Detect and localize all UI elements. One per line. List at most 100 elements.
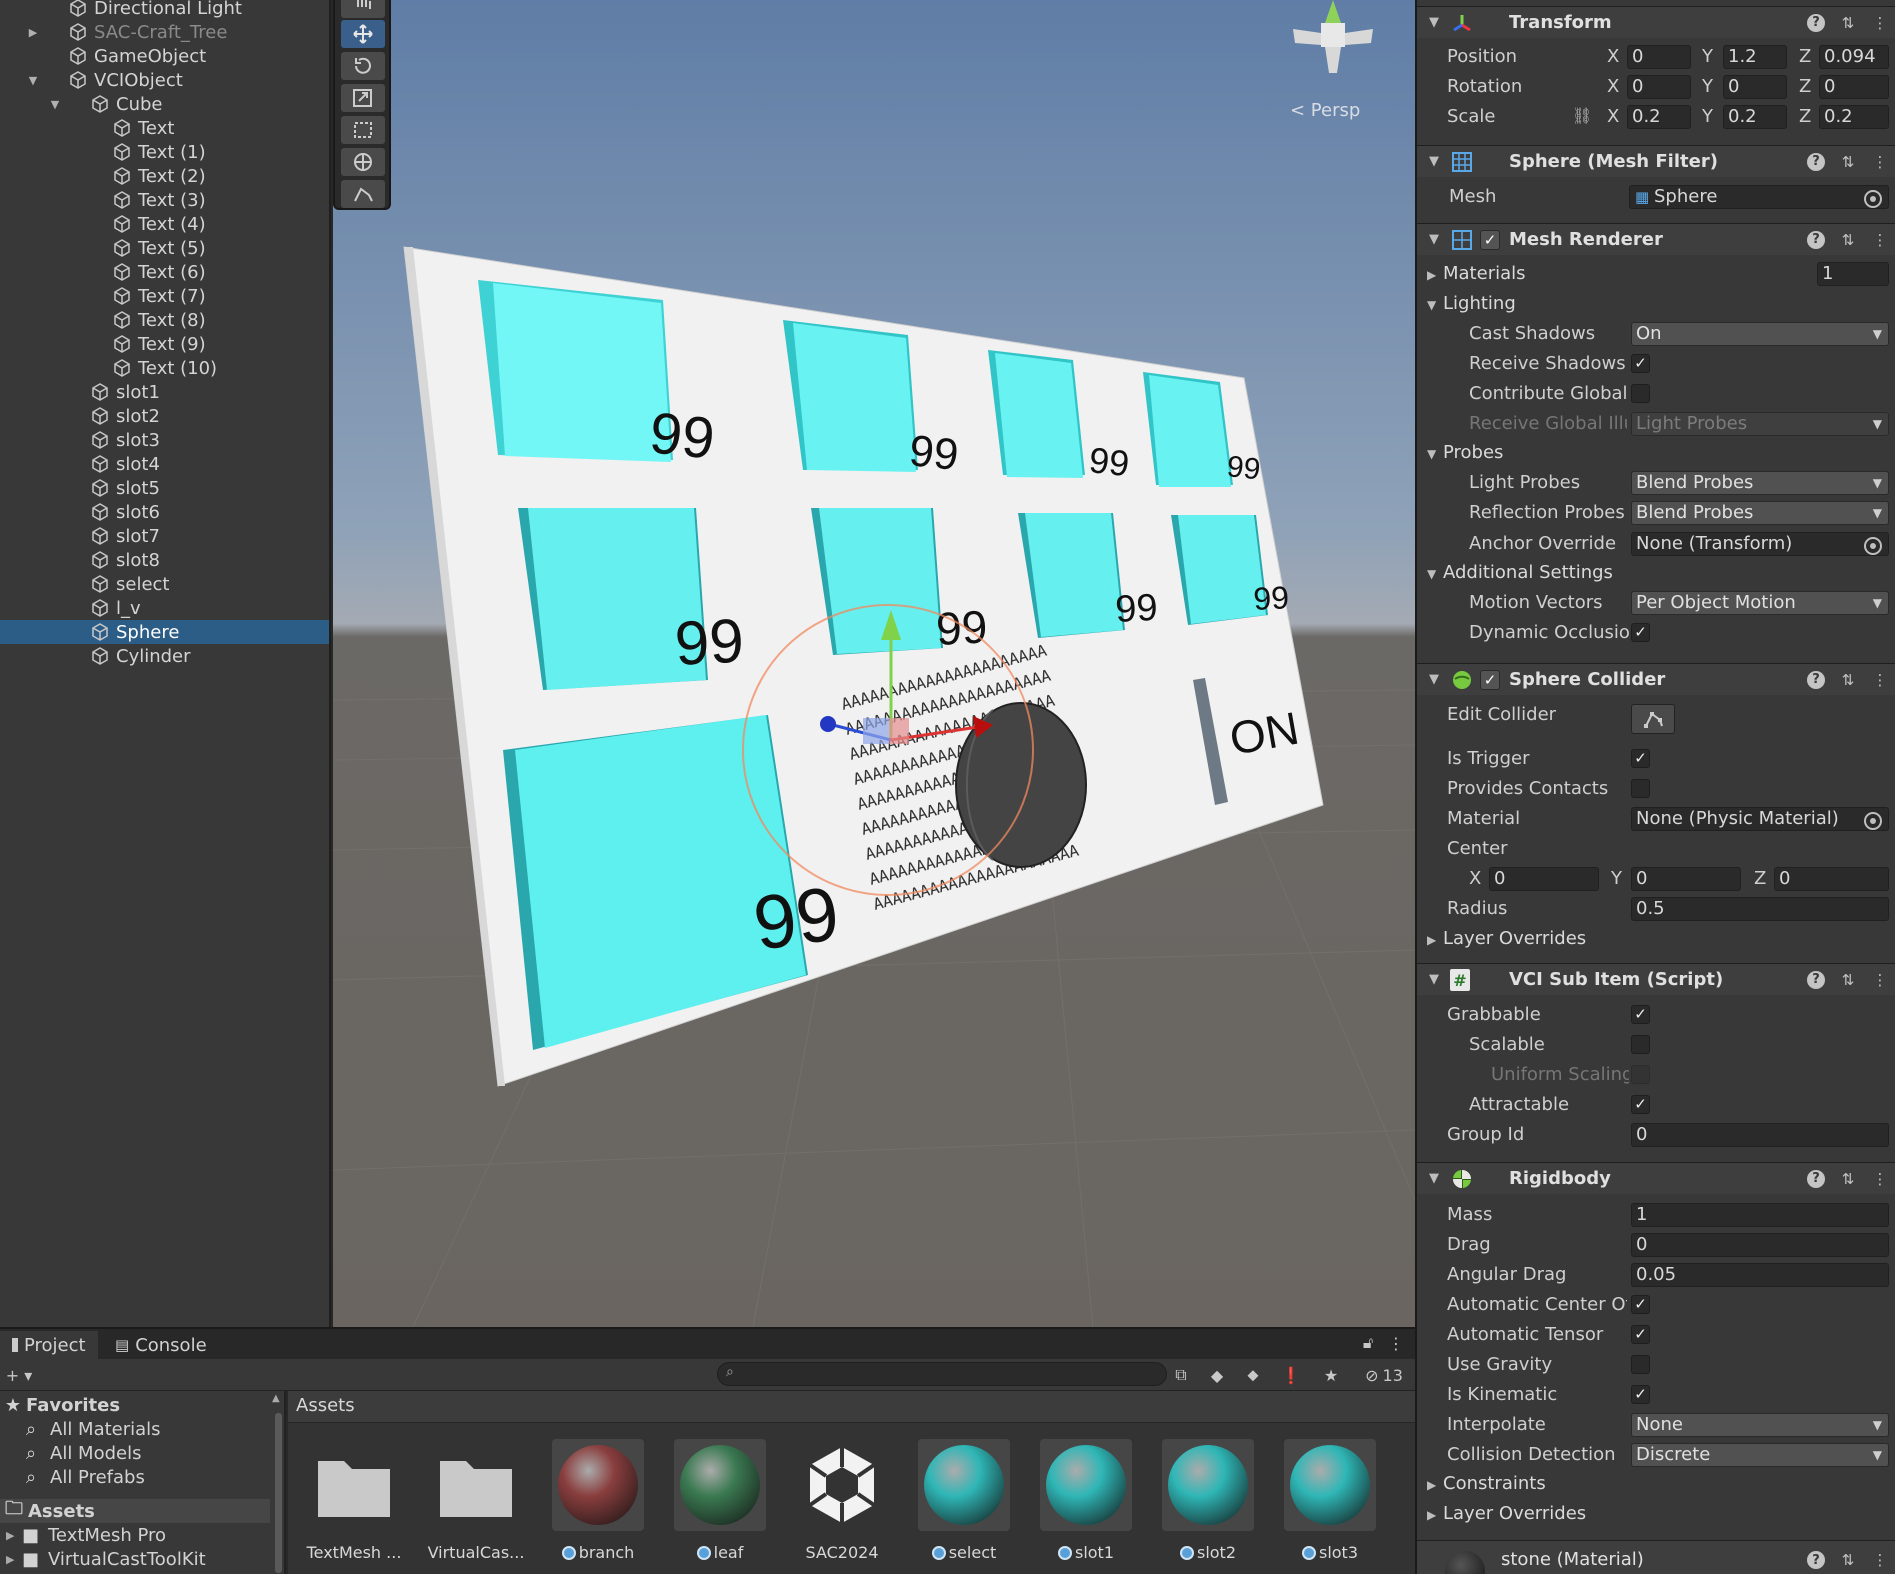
scale-y-field[interactable]: 0.2	[1723, 105, 1787, 129]
help-icon[interactable]: ?	[1807, 13, 1825, 32]
presets-icon[interactable]: ⇅	[1839, 14, 1857, 32]
cast-shadows-dropdown[interactable]: On ▼	[1631, 322, 1889, 346]
hierarchy-item[interactable]: Cylinder	[0, 644, 329, 668]
fold-arrow-icon[interactable]: ▼	[1429, 672, 1439, 687]
additional-settings-foldout[interactable]: ▼ Additional Settings	[1427, 562, 1613, 583]
hierarchy-item[interactable]: slot7	[0, 524, 329, 548]
materials-foldout[interactable]: ▶ Materials	[1427, 263, 1526, 284]
issues-icon[interactable]: ❗	[1278, 1363, 1304, 1387]
folder-item[interactable]: ▶ ■ TextMesh Pro	[0, 1523, 270, 1547]
hierarchy-item[interactable]: slot6	[0, 500, 329, 524]
search-input[interactable]: ⌕	[717, 1362, 1167, 1386]
presets-icon[interactable]: ⇅	[1839, 231, 1857, 249]
object-picker-icon[interactable]	[1864, 537, 1882, 555]
hierarchy-item[interactable]: ▼ VCIObject	[0, 68, 329, 92]
presets-icon[interactable]: ⇅	[1839, 153, 1857, 171]
fold-arrow-icon[interactable]: ▶	[6, 1529, 22, 1542]
help-icon[interactable]: ?	[1807, 670, 1825, 689]
radius-field[interactable]: 0.5	[1631, 897, 1889, 921]
asset-item[interactable]: select	[903, 1439, 1013, 1569]
constrain-proportions-icon[interactable]: ⛓	[1572, 106, 1592, 125]
anchor-override-field[interactable]: None (Transform)	[1631, 532, 1889, 556]
fold-arrow-icon[interactable]: ▼	[1429, 15, 1439, 30]
hierarchy-item[interactable]: slot3	[0, 428, 329, 452]
more-menu-icon[interactable]: ⋮	[1871, 14, 1889, 32]
more-menu-icon[interactable]: ⋮	[1871, 671, 1889, 689]
move-tool-button[interactable]	[341, 20, 385, 48]
asset-item[interactable]: SAC2024	[781, 1439, 891, 1569]
custom-tool-button[interactable]	[341, 180, 385, 208]
enabled-checkbox[interactable]: ✓	[1480, 229, 1500, 250]
more-menu-icon[interactable]: ⋮	[1871, 231, 1889, 249]
rotation-x-field[interactable]: 0	[1627, 75, 1691, 99]
hidden-packages-toggle[interactable]: ⊘ 13	[1358, 1363, 1410, 1387]
help-icon[interactable]: ?	[1807, 230, 1825, 249]
asset-item[interactable]: slot1	[1025, 1439, 1135, 1569]
transform-header[interactable]: ▼ Transform ? ⇅ ⋮	[1417, 6, 1895, 38]
help-icon[interactable]: ?	[1807, 1169, 1825, 1188]
fold-arrow-icon[interactable]: ▶	[1427, 1508, 1443, 1522]
fold-arrow-icon[interactable]: ▼	[1427, 567, 1443, 581]
folder-tree-scrollbar[interactable]: ▲	[272, 1393, 284, 1573]
position-z-field[interactable]: 0.094	[1819, 45, 1889, 69]
breadcrumb-assets[interactable]: Assets	[296, 1395, 355, 1416]
scale-tool-button[interactable]	[341, 84, 385, 112]
hierarchy-item[interactable]: Text (2)	[0, 164, 329, 188]
asset-item[interactable]: slot2	[1147, 1439, 1257, 1569]
constraints-foldout[interactable]: ▶ Constraints	[1427, 1473, 1546, 1494]
auto-tensor-checkbox[interactable]: ✓	[1631, 1325, 1650, 1344]
asset-item[interactable]: slot3	[1269, 1439, 1379, 1569]
fold-arrow-icon[interactable]: ▼	[1429, 154, 1439, 169]
light-probes-dropdown[interactable]: Blend Probes ▼	[1631, 471, 1889, 495]
fold-arrow-icon[interactable]: ▶	[1427, 933, 1443, 947]
enabled-checkbox[interactable]: ✓	[1480, 669, 1500, 690]
vci-sub-item-header[interactable]: ▼ # VCI Sub Item (Script) ? ⇅ ⋮	[1417, 963, 1895, 995]
auto-center-checkbox[interactable]: ✓	[1631, 1295, 1650, 1314]
provides-contacts-checkbox[interactable]	[1631, 779, 1650, 798]
fold-arrow-icon[interactable]: ▶	[1427, 268, 1443, 282]
fold-arrow-icon[interactable]: ▼	[49, 98, 61, 111]
lighting-foldout[interactable]: ▼ Lighting	[1427, 293, 1516, 314]
hierarchy-item[interactable]: Text (6)	[0, 260, 329, 284]
fold-arrow-icon[interactable]: ▶	[1427, 1478, 1443, 1492]
rotation-y-field[interactable]: 0	[1723, 75, 1787, 99]
hierarchy-item[interactable]: Text (3)	[0, 188, 329, 212]
use-gravity-checkbox[interactable]	[1631, 1355, 1650, 1374]
scale-x-field[interactable]: 0.2	[1627, 105, 1691, 129]
dynamic-occlusion-checkbox[interactable]: ✓	[1631, 623, 1650, 642]
favorite-item[interactable]: ⌕ All Materials	[0, 1417, 270, 1441]
rect-tool-button[interactable]	[341, 116, 385, 144]
presets-icon[interactable]: ⇅	[1839, 971, 1857, 989]
tag-icon[interactable]: ⬥	[1240, 1363, 1266, 1387]
hierarchy-item[interactable]: slot5	[0, 476, 329, 500]
more-menu-icon[interactable]: ⋮	[1871, 971, 1889, 989]
position-y-field[interactable]: 1.2	[1723, 45, 1787, 69]
collision-detection-dropdown[interactable]: Discrete ▼	[1631, 1443, 1889, 1467]
materials-size-field[interactable]: 1	[1817, 262, 1889, 286]
fold-arrow-icon[interactable]: ▼	[1427, 447, 1443, 461]
rigidbody-header[interactable]: ▼ Rigidbody ? ⇅ ⋮	[1417, 1162, 1895, 1194]
hierarchy-item[interactable]: l_v	[0, 596, 329, 620]
rotate-tool-button[interactable]	[341, 52, 385, 80]
hierarchy-item[interactable]: slot2	[0, 404, 329, 428]
fold-arrow-icon[interactable]: ▼	[1429, 972, 1439, 987]
position-x-field[interactable]: 0	[1627, 45, 1691, 69]
favorite-item[interactable]: ⌕ All Models	[0, 1441, 270, 1465]
center-x-field[interactable]: 0	[1489, 867, 1599, 891]
hierarchy-item[interactable]: Text (9)	[0, 332, 329, 356]
more-menu-icon[interactable]: ⋮	[1871, 153, 1889, 171]
probes-foldout[interactable]: ▼ Probes	[1427, 442, 1503, 463]
hierarchy-item[interactable]: Text (10)	[0, 356, 329, 380]
scalable-checkbox[interactable]	[1631, 1035, 1650, 1054]
object-picker-icon[interactable]	[1864, 190, 1882, 208]
contribute-gi-checkbox[interactable]	[1631, 384, 1650, 403]
help-icon[interactable]: ?	[1807, 152, 1825, 171]
asset-item[interactable]: TextMesh ...	[293, 1439, 403, 1569]
edit-collider-button[interactable]	[1631, 704, 1675, 734]
hierarchy-item[interactable]: Text	[0, 116, 329, 140]
hierarchy-item[interactable]: slot1	[0, 380, 329, 404]
hierarchy-item[interactable]: ▶ SAC-Craft_Tree	[0, 20, 329, 44]
hierarchy-item[interactable]: GameObject	[0, 44, 329, 68]
search-by-type-icon[interactable]: ⧉	[1168, 1363, 1194, 1387]
center-y-field[interactable]: 0	[1631, 867, 1741, 891]
